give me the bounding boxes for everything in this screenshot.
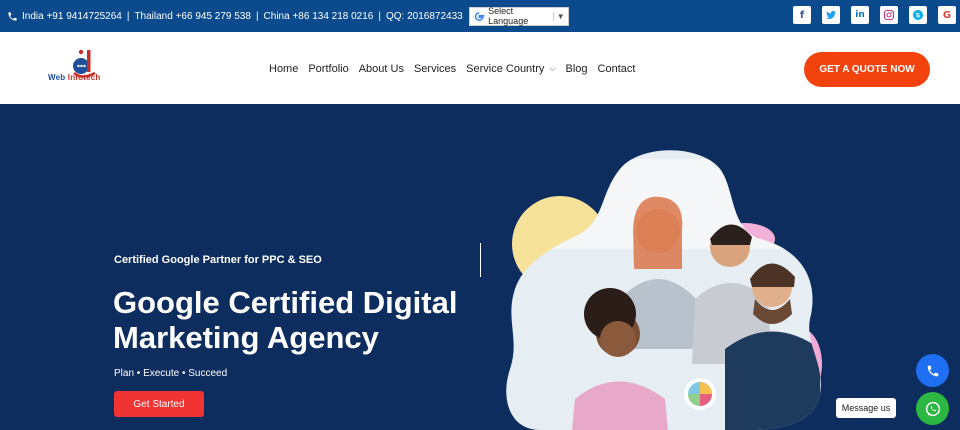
instagram-icon[interactable] xyxy=(880,6,898,24)
hero-divider xyxy=(480,243,481,277)
linkedin-glyph: in xyxy=(855,10,865,20)
nav-service-country[interactable]: Service Country ⌵ xyxy=(466,63,555,75)
whatsapp-icon xyxy=(925,401,940,416)
contact-thailand[interactable]: Thailand +66 945 279 538 xyxy=(134,11,251,22)
contact-china[interactable]: China +86 134 218 0216 xyxy=(264,11,374,22)
google-translate-icon xyxy=(472,10,485,22)
dropdown-arrow-icon: ▼ xyxy=(552,11,565,21)
twitter-icon[interactable] xyxy=(822,6,840,24)
logo-wordmark: Web Infotech xyxy=(48,73,100,82)
twitter-bird-icon xyxy=(826,10,836,19)
google-icon[interactable]: G xyxy=(938,6,956,24)
facebook-glyph: f xyxy=(799,9,805,21)
nav-blog[interactable]: Blog xyxy=(565,63,587,75)
linkedin-icon[interactable]: in xyxy=(851,6,869,24)
top-bar: India +91 9414725264 | Thailand +66 945 … xyxy=(0,0,960,32)
separator: | xyxy=(126,10,130,22)
skype-letter: S xyxy=(916,11,921,19)
hero-tagline: Plan • Execute • Succeed xyxy=(114,368,228,379)
contact-info: India +91 9414725264 | Thailand +66 945 … xyxy=(0,11,463,22)
get-quote-button[interactable]: GET A QUOTE NOW xyxy=(804,52,930,87)
social-links: f in S G xyxy=(793,6,956,24)
logo-word-web: Web xyxy=(48,73,68,82)
message-us-label[interactable]: Message us xyxy=(836,398,896,418)
web-infotech-logo[interactable] xyxy=(47,46,119,92)
hero-team-image xyxy=(506,150,822,430)
nav-service-country-label: Service Country xyxy=(466,63,545,75)
phone-icon xyxy=(927,365,938,376)
instagram-camera-icon xyxy=(883,9,895,21)
language-select[interactable]: Select Language ▼ xyxy=(468,6,569,26)
hero-eyebrow: Certified Google Partner for PPC & SEO xyxy=(114,254,322,266)
skype-icon[interactable]: S xyxy=(909,6,927,24)
google-glyph: G xyxy=(942,9,952,21)
skype-logo-icon: S xyxy=(913,10,923,20)
hero-headline: Google Certified Digital Marketing Agenc… xyxy=(113,285,458,355)
separator: | xyxy=(255,10,259,22)
facebook-icon[interactable]: f xyxy=(793,6,811,24)
call-button[interactable] xyxy=(916,354,949,387)
phone-icon xyxy=(8,11,17,21)
chevron-down-icon: ⌵ xyxy=(549,64,556,73)
nav-services[interactable]: Services xyxy=(414,63,456,75)
nav-home[interactable]: Home xyxy=(269,63,298,75)
contact-qq[interactable]: QQ: 2016872433 xyxy=(386,11,463,22)
contact-india[interactable]: India +91 9414725264 xyxy=(22,11,122,22)
language-label: Select Language xyxy=(488,6,529,26)
main-nav: Home Portfolio About Us Services Service… xyxy=(269,63,635,75)
logo-word-infotech: Infotech xyxy=(67,73,101,82)
nav-portfolio[interactable]: Portfolio xyxy=(308,63,348,75)
separator: | xyxy=(378,10,381,22)
whatsapp-button[interactable] xyxy=(916,392,949,425)
get-started-button[interactable]: Get Started xyxy=(114,391,204,417)
hero-section: Certified Google Partner for PPC & SEO G… xyxy=(0,104,960,430)
nav-about-us[interactable]: About Us xyxy=(359,63,404,75)
nav-contact[interactable]: Contact xyxy=(598,63,636,75)
